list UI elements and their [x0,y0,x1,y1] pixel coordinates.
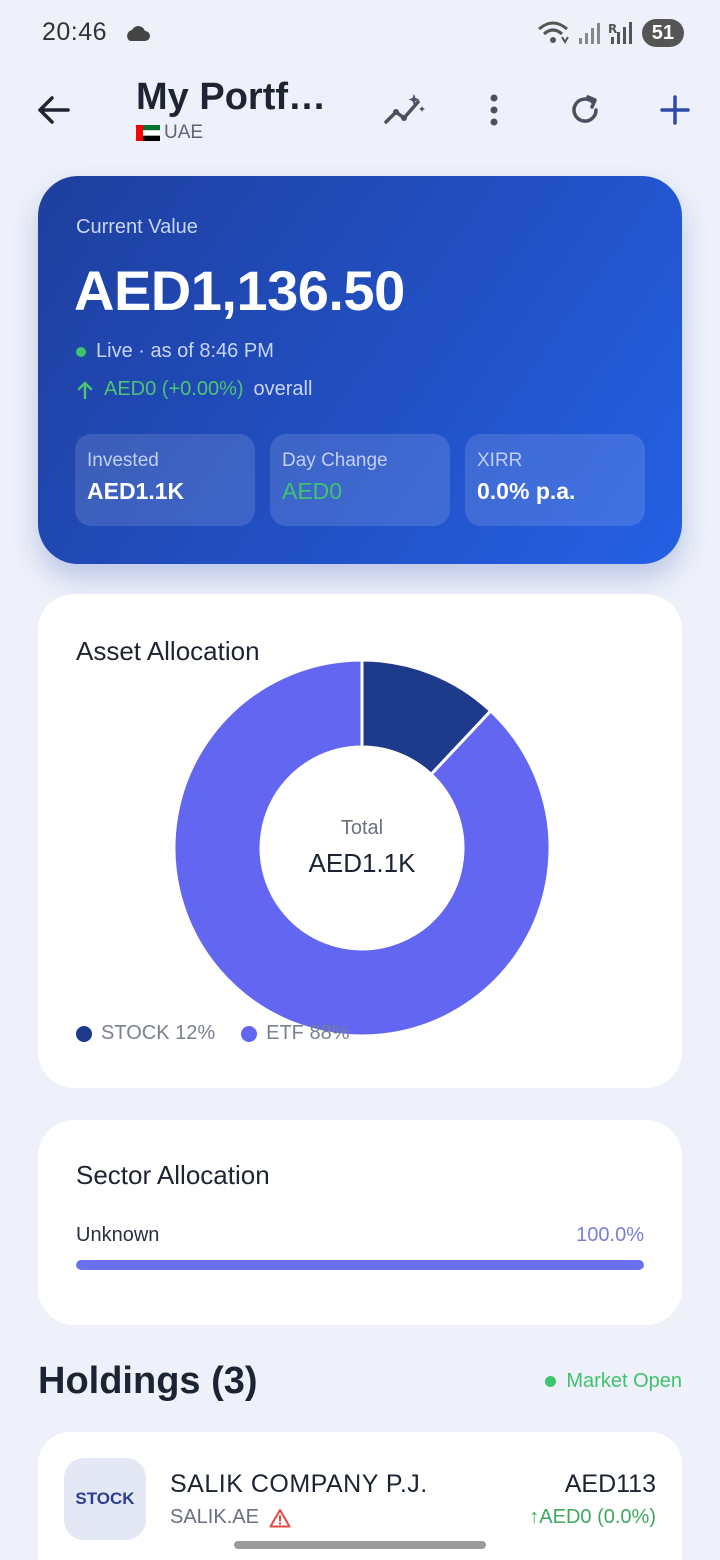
holding-name: SALIK COMPANY P.J. [170,1470,428,1498]
sector-progress-track [76,1260,644,1270]
legend-label: STOCK 12% [101,1022,216,1044]
portfolio-summary-card: Current Value AED1,136.50 Live · as of 8… [38,176,682,564]
donut-center: Total AED1.1K [172,658,552,1038]
uae-flag-icon [136,125,160,141]
overall-gain-amount: AED0 (+0.00%) [104,378,244,400]
portfolio-country: UAE [136,122,203,144]
holding-ticker: SALIK.AE [170,1506,259,1528]
asset-allocation-card: Asset Allocation Total AED1.1K STOCK 12%… [38,594,682,1088]
sector-progress-fill [76,1260,644,1270]
stat-label: Day Change [282,450,388,471]
wifi-icon [537,21,569,44]
sector-allocation-card: Sector Allocation Unknown 100.0% [38,1120,682,1325]
asset-type-badge: STOCK [64,1458,146,1540]
battery-indicator: 51 [641,19,684,47]
back-arrow-icon[interactable] [34,90,74,130]
donut-center-value: AED1.1K [308,848,416,878]
svg-text:R: R [608,22,617,36]
cloud-icon [127,26,150,41]
legend-dot [241,1025,258,1042]
overall-gain-suffix: overall [253,378,313,400]
live-dot-icon [76,346,86,357]
status-icons: R 51 [536,18,684,48]
overall-gain: AED0 (+0.00%) overall [76,378,312,401]
plus-icon[interactable] [653,88,697,132]
stat-value: AED0 [282,478,343,504]
current-value: AED1,136.50 [74,259,405,322]
sector-percent: 100.0% [576,1224,644,1246]
page-title: My Portf… [136,76,326,118]
legend-dot [76,1025,92,1042]
day-change-stat: Day Change AED0 [270,434,450,526]
signal-r-icon: R [608,22,632,44]
legend-item-stock: STOCK 12% [76,1022,215,1045]
xirr-stat: XIRR 0.0% p.a. [465,434,645,526]
sector-row: Unknown 100.0% [76,1224,644,1247]
country-label: UAE [164,122,204,143]
allocation-donut-chart[interactable]: Total AED1.1K [172,658,552,1038]
legend-label: ETF 88% [266,1022,350,1044]
sector-allocation-title: Sector Allocation [76,1160,270,1190]
sector-name: Unknown [76,1224,160,1246]
invested-stat: Invested AED1.1K [75,434,255,526]
status-time: 20:46 [42,18,108,46]
app-bar: My Portf… UAE [0,72,720,152]
market-status: Market Open [545,1370,682,1393]
live-text: Live · as of 8:46 PM [96,340,274,362]
allocation-legend: STOCK 12% ETF 88% [76,1022,349,1045]
legend-item-etf: ETF 88% [241,1022,349,1045]
arrow-up-icon [77,381,93,399]
more-vert-icon[interactable] [472,88,516,132]
stat-value: 0.0% p.a. [477,478,576,504]
holding-value: AED113 [564,1470,656,1498]
market-status-text: Market Open [566,1370,682,1392]
current-value-label: Current Value [76,216,198,238]
stat-label: Invested [87,450,159,471]
signal-icon [578,23,600,44]
stat-label: XIRR [477,450,523,471]
status-bar: 20:46 R 51 [0,0,720,68]
stat-value: AED1.1K [87,478,185,504]
live-indicator: Live · as of 8:46 PM [76,340,274,363]
home-indicator[interactable] [234,1541,486,1549]
holdings-title: Holdings (3) [38,1360,258,1402]
warning-icon[interactable] [269,1508,291,1528]
sparkle-trend-icon[interactable] [382,88,426,132]
holding-change: ↑AED0 (0.0%) [529,1506,656,1528]
donut-center-label: Total [340,817,384,839]
holding-ticker-row: SALIK.AE [170,1506,291,1529]
refresh-icon[interactable] [563,88,607,132]
market-status-dot-icon [545,1376,557,1387]
